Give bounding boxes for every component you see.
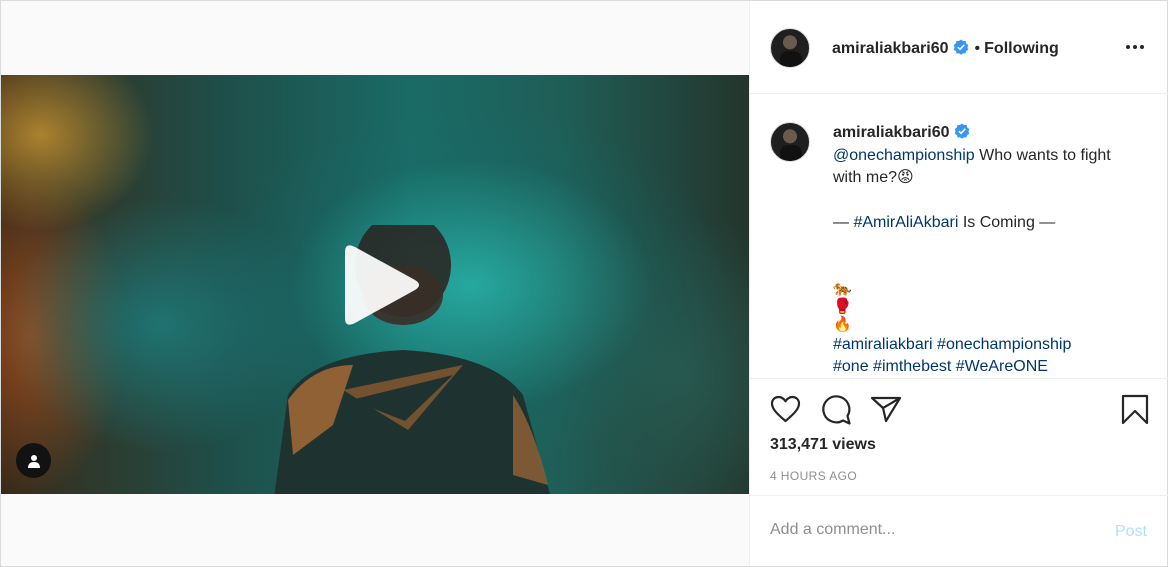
views-count[interactable]: 313,471 views — [770, 436, 876, 454]
comment-button[interactable] — [820, 394, 852, 430]
media-column — [1, 1, 749, 566]
paper-plane-icon — [870, 396, 902, 423]
mention-link[interactable]: @onechampionship — [833, 147, 975, 164]
like-button[interactable] — [770, 395, 801, 428]
play-button[interactable] — [331, 240, 431, 330]
more-dot — [1133, 45, 1137, 49]
comment-icon — [822, 395, 851, 425]
author-info: amiraliakbari60 • Following — [832, 39, 1059, 58]
following-button[interactable]: Following — [984, 40, 1059, 57]
more-dots-icon — [1126, 45, 1130, 49]
post-sidebar: amiraliakbari60 • Following amiraliakbari6… — [749, 1, 1168, 566]
fire-emoji: 🔥 — [833, 315, 852, 333]
hashtag-amiraliakbari-main[interactable]: #AmirAliAkbari — [853, 214, 958, 231]
verified-badge-icon — [954, 123, 969, 139]
video-player[interactable] — [1, 75, 749, 494]
action-bar: 313,471 views 4 HOURS AGO — [750, 378, 1168, 494]
heart-icon — [770, 395, 801, 423]
tiger-emoji: 🐅 — [833, 279, 852, 297]
author-avatar[interactable] — [770, 28, 810, 68]
comment-bar: Post — [750, 495, 1168, 566]
user-tag-button[interactable] — [16, 443, 51, 478]
save-button[interactable] — [1121, 394, 1149, 430]
user-tag-icon — [27, 454, 40, 468]
caption-avatar[interactable] — [770, 122, 810, 162]
bookmark-icon — [1121, 394, 1149, 425]
boxing-glove-emoji: 🥊 — [833, 297, 852, 315]
dash-open: — — [833, 214, 854, 231]
caption-area: amiraliakbari60 @onechampionship Who wan… — [750, 95, 1168, 377]
angry-emoji: 😡 — [897, 169, 914, 186]
separator-dot: • — [974, 40, 981, 57]
author-username[interactable]: amiraliakbari60 — [832, 40, 949, 57]
post-timestamp[interactable]: 4 HOURS AGO — [770, 469, 857, 483]
hashtags-line-1[interactable]: #amiraliakbari #onechampionship — [833, 336, 1071, 353]
verified-badge-icon — [953, 39, 968, 55]
more-options-button[interactable] — [1126, 39, 1148, 55]
post-header: amiraliakbari60 • Following — [750, 1, 1168, 94]
caption-body-2: Is Coming — — [958, 214, 1056, 231]
hashtags-line-2[interactable]: #one #imthebest #WeAreONE — [833, 358, 1048, 375]
more-dot — [1140, 45, 1144, 49]
caption-text: amiraliakbari60 @onechampionship Who wan… — [833, 122, 1133, 377]
comment-input[interactable] — [770, 521, 1090, 539]
play-icon — [345, 245, 419, 325]
share-button[interactable] — [870, 395, 902, 428]
post-dialog: amiraliakbari60 • Following amiraliakbari6… — [0, 0, 1168, 567]
caption-username[interactable]: amiraliakbari60 — [833, 124, 950, 141]
post-comment-button[interactable]: Post — [1115, 523, 1147, 541]
